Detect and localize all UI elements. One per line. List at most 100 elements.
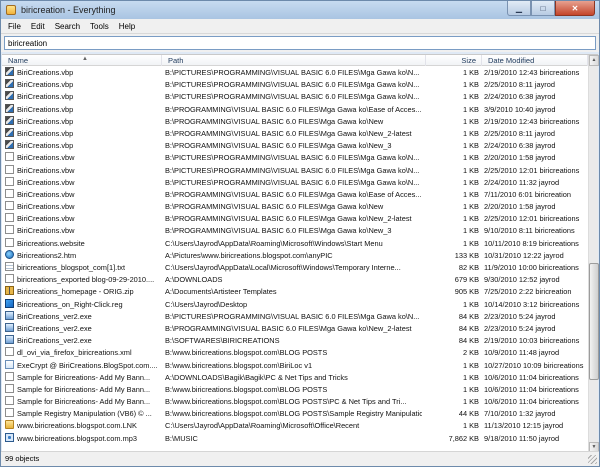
file-size: 905 KB bbox=[454, 287, 479, 297]
file-size: 1 KB bbox=[462, 189, 479, 199]
file-name: biricreations_blogspot_com[1].txt bbox=[17, 263, 126, 272]
table-row[interactable]: BiriCreations_ver2.exe B:\SOFTWARES\BIRIC… bbox=[2, 335, 588, 347]
table-row[interactable]: Sample for Biricreations- Add My Bann...… bbox=[2, 396, 588, 408]
menu-edit[interactable]: Edit bbox=[26, 22, 50, 31]
menu-tools[interactable]: Tools bbox=[85, 22, 114, 31]
scrollbar-thumb[interactable] bbox=[589, 263, 599, 380]
table-row[interactable]: biricreations_exported blog-09-29-2010..… bbox=[2, 274, 588, 286]
file-size: 1 KB bbox=[462, 128, 479, 138]
table-row[interactable]: Biricreations_on_Right-Click.reg C:\Users… bbox=[2, 298, 588, 311]
scroll-up-button[interactable]: ▲ bbox=[589, 55, 599, 66]
table-row[interactable]: Sample for Biricreations- Add My Bann...… bbox=[2, 383, 588, 396]
row-name-cell: Biricreations_on_Right-Click.reg bbox=[5, 298, 162, 311]
table-row[interactable]: BiriCreations.vbw B:\PICTURES\PROGRAMMING… bbox=[2, 152, 588, 164]
file-date-modified: 2/24/2010 6:38 jayrod bbox=[484, 92, 556, 102]
file-name: BiriCreations.vbp bbox=[17, 80, 74, 90]
file-size: 2 KB bbox=[462, 348, 479, 358]
table-row[interactable]: BiriCreations.vbp B:\PICTURES\PROGRAMMING… bbox=[2, 67, 588, 79]
zip-file-icon bbox=[5, 286, 14, 296]
file-size: 1 KB bbox=[462, 68, 479, 77]
table-row[interactable]: ExeCrypt @ BiriCreations.BlogSpot.com...… bbox=[2, 359, 588, 372]
file-path: B:\PICTURES\PROGRAMMING\VISUAL BASIC 6.0… bbox=[165, 311, 420, 321]
vbp-file-icon bbox=[5, 67, 14, 76]
txt-file-icon bbox=[5, 262, 14, 271]
file-name: BiriCreations.vbw bbox=[17, 189, 75, 199]
table-row[interactable]: BiriCreations.vbp B:\PICTURES\PROGRAMMING… bbox=[2, 91, 588, 103]
table-row[interactable]: dl_ovi_via_firefox_biricreations.xml B:\w… bbox=[2, 347, 588, 359]
table-row[interactable]: BiriCreations.vbp B:\PROGRAMMING\VISUAL B… bbox=[2, 115, 588, 128]
table-row[interactable]: BiriCreations.vbw B:\PICTURES\PROGRAMMING… bbox=[2, 176, 588, 189]
maximize-button[interactable]: □ bbox=[531, 1, 555, 16]
file-name: Sample for Biricreations- Add My Bann... bbox=[17, 384, 151, 394]
exe-file-icon bbox=[5, 335, 14, 345]
table-row[interactable]: BiriCreations.vbw B:\PROGRAMMING\VISUAL B… bbox=[2, 213, 588, 225]
file-date-modified: 11/9/2010 10:00 biricreations bbox=[484, 263, 579, 272]
file-name: biricreations_exported blog-09-29-2010..… bbox=[17, 275, 155, 285]
table-row[interactable]: biricreations_blogspot_com[1].txt C:\User… bbox=[2, 262, 588, 274]
file-date-modified: 2/20/2010 1:58 jayrod bbox=[484, 153, 556, 163]
table-row[interactable]: BiriCreations.vbp B:\PROGRAMMING\VISUAL B… bbox=[2, 103, 588, 116]
reg-file-icon bbox=[5, 298, 14, 308]
table-row[interactable]: Biricreations.website C:\Users\Jayrod\App… bbox=[2, 237, 588, 250]
file-date-modified: 10/14/2010 3:12 biricreations bbox=[484, 299, 580, 309]
file-date-modified: 10/6/2010 11:04 biricreations bbox=[484, 397, 579, 407]
file-path: A:\DOWNLOADS\Bagik\Bagik\PC & Net Tips a… bbox=[165, 372, 348, 382]
close-button[interactable]: ✕ bbox=[555, 1, 595, 16]
table-row[interactable]: BiriCreations.vbw B:\PROGRAMMING\VISUAL B… bbox=[2, 188, 588, 201]
column-path-header[interactable]: Path bbox=[162, 55, 426, 66]
menu-help[interactable]: Help bbox=[114, 22, 140, 31]
table-row[interactable]: BiriCreations.vbw B:\PROGRAMMING\VISUAL B… bbox=[2, 225, 588, 237]
file-name: dl_ovi_via_firefox_biricreations.xml bbox=[17, 348, 132, 358]
file-date-modified: 2/19/2010 10:03 biricreations bbox=[484, 336, 580, 346]
file-size: 1 KB bbox=[462, 238, 479, 248]
table-row[interactable]: www.biricreations.blogspot.com.LNK C:\Use… bbox=[2, 420, 588, 432]
minimize-button[interactable]: ▁ bbox=[507, 1, 531, 16]
vertical-scrollbar[interactable]: ▲ ▼ bbox=[588, 55, 599, 453]
table-row[interactable]: BiriCreations.vbw B:\PICTURES\PROGRAMMING… bbox=[2, 164, 588, 177]
row-name-cell: BiriCreations.vbw bbox=[5, 176, 162, 189]
column-name-header[interactable]: Name ▲ bbox=[2, 55, 162, 66]
table-row[interactable]: BiriCreations_ver2.exe B:\PICTURES\PROGRA… bbox=[2, 310, 588, 323]
menu-search[interactable]: Search bbox=[50, 22, 85, 31]
file-path: B:\PICTURES\PROGRAMMING\VISUAL BASIC 6.0… bbox=[165, 165, 420, 175]
file-size: 679 KB bbox=[454, 275, 479, 285]
file-date-modified: 10/6/2010 11:04 biricreations bbox=[484, 384, 579, 394]
file-name: Biricreations_on_Right-Click.reg bbox=[17, 299, 123, 309]
menu-file[interactable]: File bbox=[3, 22, 26, 31]
file-path: B:\www.biricreations.blogspot.com\BLOG P… bbox=[165, 397, 407, 407]
file-name: BiriCreations.vbp bbox=[17, 68, 74, 77]
resize-grip-icon[interactable] bbox=[588, 455, 597, 464]
search-input[interactable]: biricreation bbox=[4, 36, 596, 50]
table-row[interactable]: BiriCreations.vbp B:\PROGRAMMING\VISUAL B… bbox=[2, 140, 588, 152]
file-date-modified: 2/19/2010 12:43 biricreations bbox=[484, 68, 580, 77]
row-name-cell: Sample for Biricreations- Add My Bann... bbox=[5, 396, 162, 408]
file-path: B:\PROGRAMMING\VISUAL BASIC 6.0 FILES\Mg… bbox=[165, 116, 384, 126]
table-row[interactable]: Biricreations_homepage - ORIG.zip A:\Docu… bbox=[2, 286, 588, 298]
table-row[interactable]: BiriCreations.vbw B:\PROGRAMMING\VISUAL B… bbox=[2, 201, 588, 213]
file-path: C:\Users\Jayrod\AppData\Roaming\Microsof… bbox=[165, 421, 360, 431]
table-row[interactable]: Sample Registry Manipulation (VB6) © ...… bbox=[2, 408, 588, 420]
table-row[interactable]: Sample for Biricreations- Add My Bann...… bbox=[2, 371, 588, 384]
file-name: Sample for Biricreations- Add My Bann... bbox=[17, 372, 151, 382]
everything-app-icon[interactable] bbox=[6, 5, 16, 15]
file-path: B:\PROGRAMMING\VISUAL BASIC 6.0 FILES\Mg… bbox=[165, 104, 422, 114]
column-size-header[interactable]: Size bbox=[426, 55, 482, 66]
column-date-header[interactable]: Date Modified bbox=[482, 55, 588, 66]
folder-file-icon bbox=[5, 420, 14, 430]
table-row[interactable]: www.biricreations.blogspot.com.mp3 B:\MUS… bbox=[2, 432, 588, 445]
title-bar[interactable]: biricreation - Everything ▁ □ ✕ bbox=[1, 1, 599, 19]
file-name: ExeCrypt @ BiriCreations.BlogSpot.com...… bbox=[17, 360, 158, 370]
doc-file-icon bbox=[5, 371, 14, 381]
table-row[interactable]: BiriCreations.vbp B:\PROGRAMMING\VISUAL B… bbox=[2, 127, 588, 140]
table-row[interactable]: BiriCreations_ver2.exe B:\PROGRAMMING\VIS… bbox=[2, 322, 588, 335]
table-row[interactable]: Biricreations2.htm A:\Pictures\www.biricr… bbox=[2, 249, 588, 262]
doc-file-icon bbox=[5, 213, 14, 223]
row-name-cell: Sample Registry Manipulation (VB6) © ... bbox=[5, 408, 162, 420]
table-row[interactable]: BiriCreations.vbp B:\PICTURES\PROGRAMMING… bbox=[2, 79, 588, 91]
doc-file-icon bbox=[5, 408, 14, 418]
file-path: B:\PICTURES\PROGRAMMING\VISUAL BASIC 6.0… bbox=[165, 177, 420, 187]
menu-bar: File Edit Search Tools Help bbox=[1, 19, 599, 34]
file-path: A:\DOWNLOADS bbox=[165, 275, 223, 285]
object-count: 99 objects bbox=[5, 454, 40, 463]
file-size: 1 KB bbox=[462, 80, 479, 90]
